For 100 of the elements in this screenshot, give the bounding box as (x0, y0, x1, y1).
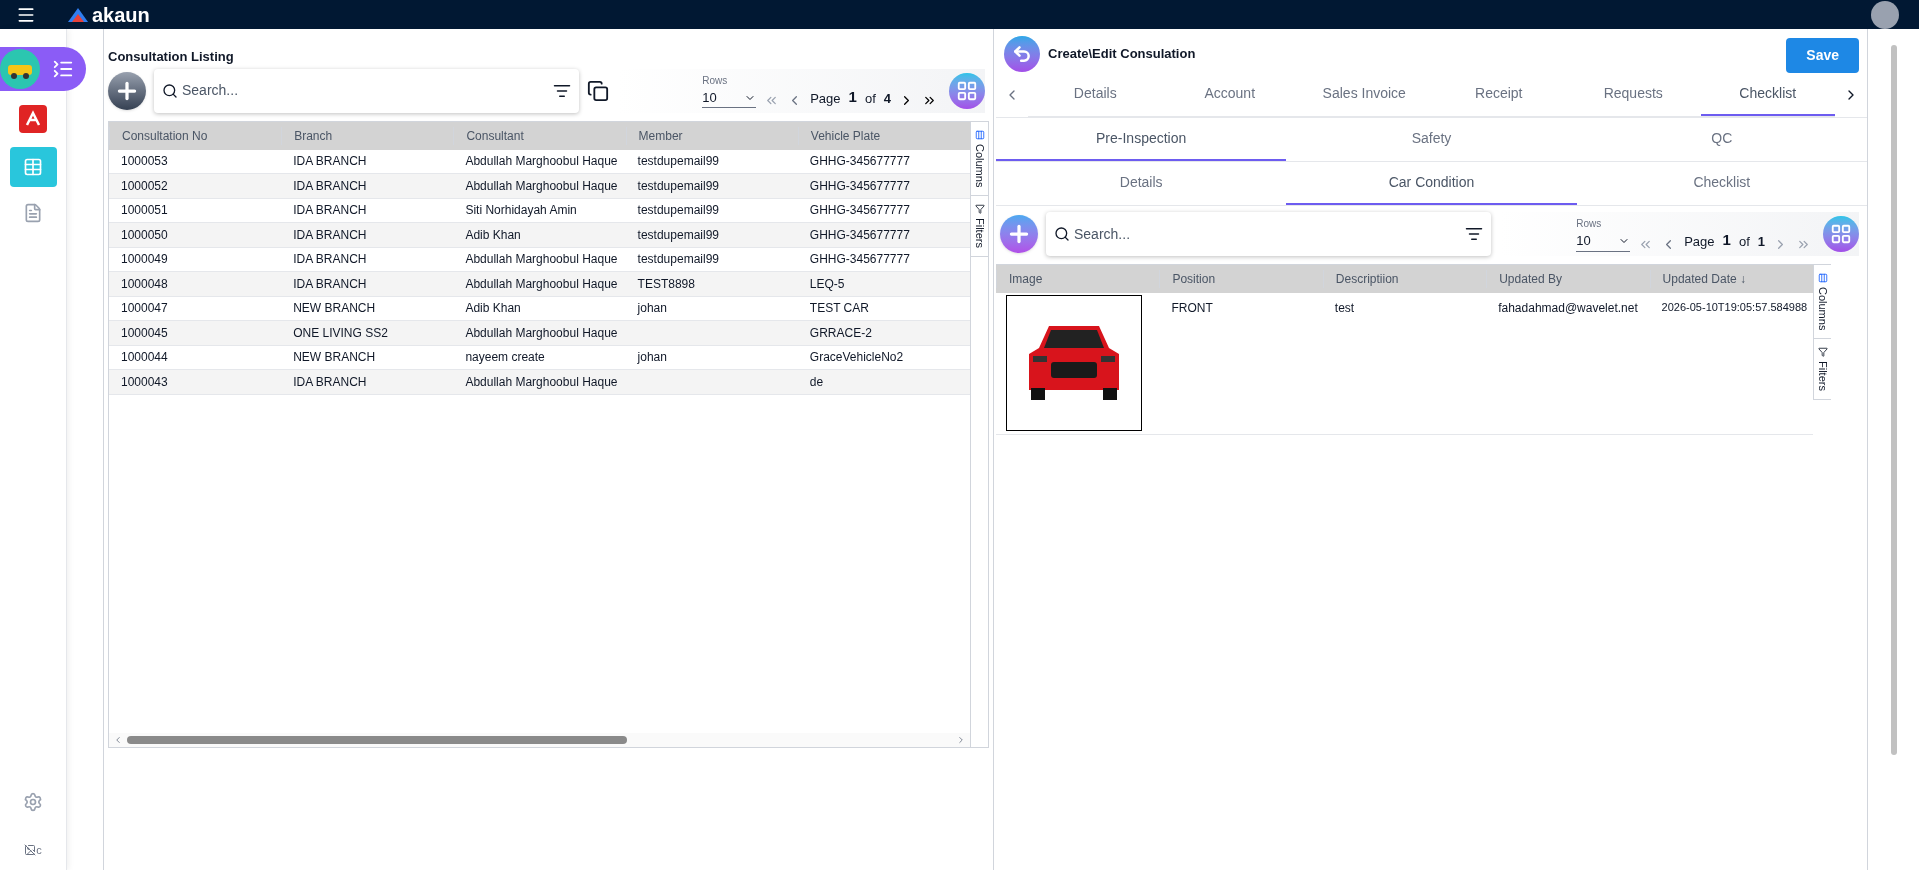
table-cell-text: Abdullah Marghoobul Haque (464, 275, 619, 293)
editor-title: Create\Edit Consulation (1048, 44, 1196, 63)
column-header[interactable]: Image (996, 270, 1160, 288)
table-cell-text: GHHG-345677777 (808, 251, 911, 269)
car-app-icon (0, 49, 40, 89)
filter-icon[interactable] (1465, 225, 1483, 243)
column-header[interactable]: Consultant (453, 126, 626, 145)
rows-select[interactable]: 10 (702, 87, 757, 109)
column-header[interactable]: Vehicle Plate (797, 126, 970, 145)
table-cell-text: FRONT (1170, 300, 1214, 317)
grid-view-button[interactable] (1823, 216, 1859, 252)
grid-icon (956, 79, 978, 102)
tab[interactable]: Details (1028, 73, 1163, 116)
table-cell-text: Abdullah Marghoobul Haque (464, 324, 619, 342)
table-cell-text: 1000049 (120, 251, 169, 269)
tab[interactable]: Details (996, 162, 1287, 205)
filter-icon (1817, 347, 1828, 358)
broken-image: c (24, 841, 42, 858)
back-button[interactable] (1004, 35, 1040, 72)
column-header[interactable]: Descriptiion (1322, 270, 1487, 288)
app-switcher-button[interactable] (0, 47, 86, 91)
table-cell-text: Abdullah Marghoobul Haque (464, 373, 619, 391)
table-cell-text: 1000044 (120, 349, 169, 367)
side-panel-tab[interactable]: Columns (971, 121, 988, 196)
filter-icon (974, 203, 985, 214)
table-cell-text: IDA BRANCH (292, 202, 368, 220)
tab[interactable]: Checklist (1700, 73, 1835, 116)
avatar[interactable] (1871, 0, 1899, 29)
side-panel-tab[interactable]: Filters (971, 195, 988, 257)
grid-icon (1830, 223, 1852, 245)
column-header[interactable]: Position (1159, 270, 1323, 288)
page-number: 1 (1722, 230, 1731, 251)
rows-label: Rows (702, 73, 729, 88)
table-cell-text: johan (636, 300, 668, 318)
document-icon[interactable] (23, 203, 43, 223)
search-input[interactable]: Search... (1074, 223, 1461, 245)
column-header[interactable]: Updated Date ↓ (1649, 270, 1813, 288)
settings-icon[interactable] (23, 791, 43, 812)
pdf-app-icon[interactable] (19, 105, 47, 133)
scroll-left-icon[interactable] (113, 734, 123, 745)
rows-label: Rows (1576, 217, 1603, 232)
tab[interactable]: QC (1576, 118, 1867, 161)
table-cell-text: testdupemail99 (636, 226, 720, 244)
table-cell-text: GHHG-345677777 (808, 177, 911, 195)
rows-select[interactable]: 10 (1576, 231, 1631, 252)
listing-title: Consultation Listing (108, 48, 235, 66)
tab[interactable]: Requests (1566, 73, 1701, 116)
logo-text: akaun (92, 4, 150, 25)
tab[interactable]: Sales Invoice (1297, 73, 1432, 116)
table-row[interactable]: 1000045 ONE LIVING SS2 Abdullah Marghoobul Haque GRRACE-2 (109, 321, 970, 346)
tab[interactable]: Pre-Inspection (996, 118, 1287, 161)
table-row[interactable]: 1000043 IDA BRANCH Abdullah Marghoobul Haque de (109, 370, 970, 395)
table-cell-text: 1000047 (120, 300, 169, 318)
page-total: 1 (1757, 233, 1765, 252)
table-row[interactable]: 1000050 IDA BRANCH Adib Khan testdupemail99 GHHG-345677777 (109, 223, 970, 248)
table-cell-text: GRRACE-2 (808, 324, 873, 342)
tab[interactable]: Receipt (1431, 73, 1566, 116)
save-button[interactable]: Save (1786, 38, 1859, 73)
table-cell-text: NEW BRANCH (292, 300, 377, 318)
horizontal-scrollbar[interactable] (109, 732, 970, 747)
search-bar[interactable]: Search... (1046, 212, 1491, 256)
tab[interactable]: Safety (1286, 118, 1577, 161)
table-cell-text: 1000048 (120, 275, 169, 293)
table-cell-text: Abdullah Marghoobul Haque (464, 177, 619, 195)
tab[interactable]: Checklist (1576, 162, 1867, 205)
column-header[interactable]: Member (625, 126, 798, 145)
search-icon (162, 82, 178, 99)
side-panel-tab[interactable]: Columns (1814, 265, 1831, 340)
table-cell-text: 1000052 (120, 177, 169, 195)
tab[interactable]: Account (1162, 73, 1297, 116)
table-cell-text: IDA BRANCH (292, 373, 368, 391)
table-cell-text: testdupemail99 (636, 153, 720, 171)
search-bar[interactable]: Search... (154, 68, 579, 113)
grid-view-button[interactable] (949, 72, 985, 109)
table-row[interactable]: FRONT test fahadahmad@wavelet.net 2026-05-10T19:05:57.584988 (996, 293, 1813, 435)
table-icon (23, 157, 43, 177)
table-cell-text: Adib Khan (464, 300, 522, 318)
columns-icon (1817, 273, 1828, 283)
add-button[interactable] (108, 71, 146, 110)
add-button[interactable] (1000, 215, 1038, 253)
page-number: 1 (848, 86, 857, 107)
copy-icon[interactable] (587, 79, 609, 102)
table-cell-text: testdupemail99 (636, 202, 720, 220)
table-cell-text: TEST8898 (636, 275, 696, 293)
of-word: of (864, 89, 876, 108)
column-header[interactable]: Updated By (1486, 270, 1650, 288)
search-icon (1054, 226, 1070, 242)
column-header[interactable]: Branch (281, 126, 454, 145)
column-header[interactable]: Consultation No (109, 126, 282, 145)
search-input[interactable]: Search... (182, 80, 549, 101)
table-cell-text: test (1333, 300, 1356, 317)
table-cell-text: 1000043 (120, 373, 169, 391)
side-panel-tab[interactable]: Filters (1814, 339, 1831, 401)
tab[interactable]: Car Condition (1286, 162, 1577, 205)
table-cell-text: IDA BRANCH (292, 275, 368, 293)
menu-collapse-icon[interactable] (52, 58, 74, 80)
back-arrow-icon (1012, 43, 1032, 64)
table-cell-text: nayeem create (464, 349, 546, 367)
table-row[interactable]: 1000052 IDA BRANCH Abdullah Marghoobul Haque testdupemail99 GHHG-345677777 (109, 174, 970, 199)
table-row[interactable]: 1000048 IDA BRANCH Abdullah Marghoobul Haque TEST8898 LEQ-5 (109, 272, 970, 297)
